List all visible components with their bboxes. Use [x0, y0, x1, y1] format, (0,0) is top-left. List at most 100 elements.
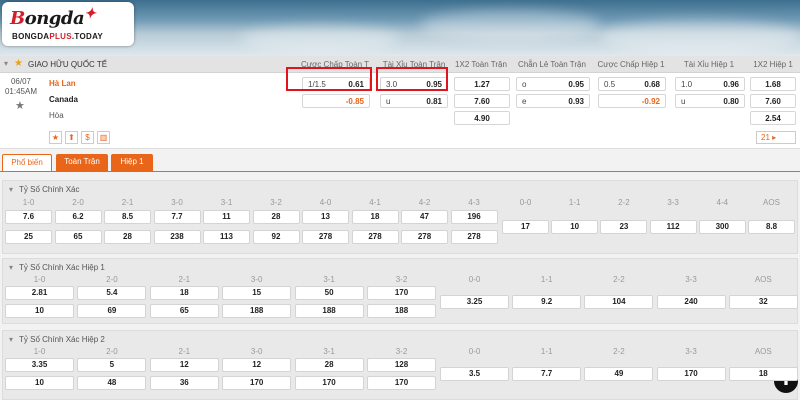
- score-odds-box[interactable]: 18: [351, 210, 399, 224]
- score-odds-box[interactable]: 188: [222, 304, 292, 318]
- tab-full-match[interactable]: Toàn Trận: [56, 154, 108, 171]
- score-odds-box[interactable]: 170: [222, 376, 292, 390]
- odds-cell-oe-ft-odd[interactable]: o 0.95: [516, 77, 590, 91]
- star-icon[interactable]: ★: [49, 131, 62, 144]
- tab-first-half[interactable]: Hiệp 1: [111, 154, 153, 171]
- section-title[interactable]: ▾ Tỷ Số Chính Xác Hiệp 1: [9, 263, 105, 272]
- score-odds-box[interactable]: 17: [502, 220, 549, 234]
- score-odds-box[interactable]: 8.5: [104, 210, 151, 224]
- section-title[interactable]: ▾ Tỷ Số Chính Xác Hiệp 2: [9, 335, 105, 344]
- score-odds-box[interactable]: 48: [77, 376, 147, 390]
- score-odds-box[interactable]: 3.35: [5, 358, 74, 372]
- score-odds-box[interactable]: 128: [367, 358, 436, 372]
- score-odds-box[interactable]: 28: [294, 358, 364, 372]
- away-team: Canada: [49, 95, 78, 104]
- share-icon[interactable]: ⬆: [65, 131, 78, 144]
- odds-cell-1x2-ft-draw[interactable]: 4.90: [454, 111, 510, 125]
- tab-popular[interactable]: Phổ biến: [2, 154, 52, 171]
- section-title[interactable]: ▾ Tỷ Số Chính Xác: [9, 185, 80, 194]
- score-odds-box[interactable]: 3.5: [440, 367, 509, 381]
- score-odds-box[interactable]: 7.7: [512, 367, 582, 381]
- odds-cell-ou-h1-under[interactable]: u 0.80: [675, 94, 745, 108]
- score-odds-box[interactable]: 8.8: [748, 220, 795, 234]
- score-label: 3-0: [250, 347, 263, 356]
- score-label: 2-0: [106, 347, 118, 356]
- score-odds-box[interactable]: 7.6: [5, 210, 52, 224]
- odds-cell-1x2-h1-away[interactable]: 7.60: [750, 94, 796, 108]
- header-banner: Bongda✦ BONGDAPLUS.TODAY: [0, 0, 800, 56]
- score-odds-box[interactable]: 18: [728, 367, 798, 381]
- col-header-oe-ft: Chẵn Lẻ Toàn Trận: [518, 60, 586, 69]
- score-odds-box[interactable]: 5.4: [77, 286, 147, 300]
- score-odds-box[interactable]: 13: [302, 210, 349, 224]
- score-odds-box[interactable]: 49: [584, 367, 654, 381]
- score-odds-box[interactable]: 104: [584, 295, 654, 309]
- odds-cell-oe-ft-even[interactable]: e 0.93: [516, 94, 590, 108]
- score-odds-box[interactable]: 278: [351, 230, 399, 244]
- score-odds-box[interactable]: 10: [5, 304, 74, 318]
- odds-cell-1x2-h1-home[interactable]: 1.68: [750, 77, 796, 91]
- dollar-icon[interactable]: $: [81, 131, 94, 144]
- more-markets-button[interactable]: 21 ▸: [756, 131, 796, 144]
- chevron-down-icon[interactable]: ▾: [4, 59, 8, 68]
- score-odds-box[interactable]: 300: [698, 220, 746, 234]
- star-icon[interactable]: ★: [14, 58, 23, 69]
- score-odds-box[interactable]: 278: [302, 230, 349, 244]
- score-odds-box[interactable]: 12: [222, 358, 292, 372]
- score-odds-box[interactable]: 240: [656, 295, 726, 309]
- score-odds-box[interactable]: 28: [252, 210, 300, 224]
- odds-cell-hdp-ft-away[interactable]: -0.85: [302, 94, 370, 108]
- odds-cell-hdp-h1-home[interactable]: 0.5 0.68: [598, 77, 666, 91]
- score-label: 1-1: [568, 198, 581, 207]
- odds-cell-ou-h1-over[interactable]: 1.0 0.96: [675, 77, 745, 91]
- score-odds-box[interactable]: 7.7: [153, 210, 201, 224]
- score-odds-box[interactable]: 238: [153, 230, 201, 244]
- score-odds-box[interactable]: 12: [149, 358, 219, 372]
- score-odds-box[interactable]: 69: [77, 304, 147, 318]
- score-odds-box[interactable]: 92: [252, 230, 300, 244]
- score-odds-box[interactable]: 50: [294, 286, 364, 300]
- score-odds-box[interactable]: 278: [401, 230, 448, 244]
- odds-cell-1x2-ft-home[interactable]: 1.27: [454, 77, 510, 91]
- score-odds-box[interactable]: 25: [5, 230, 52, 244]
- score-odds-box[interactable]: 170: [367, 286, 436, 300]
- score-odds-box[interactable]: 112: [649, 220, 697, 234]
- odds-cell-1x2-h1-draw[interactable]: 2.54: [750, 111, 796, 125]
- score-odds-box[interactable]: 23: [600, 220, 648, 234]
- score-odds-box[interactable]: 10: [5, 376, 74, 390]
- stats-icon[interactable]: ▥: [97, 131, 110, 144]
- score-odds-box[interactable]: 11: [203, 210, 250, 224]
- col-header-1x2-h1: 1X2 Hiệp 1: [753, 60, 793, 69]
- score-odds-box[interactable]: 10: [551, 220, 599, 234]
- score-odds-box[interactable]: 32: [728, 295, 798, 309]
- score-odds-box[interactable]: 65: [54, 230, 102, 244]
- score-odds-box[interactable]: 65: [149, 304, 219, 318]
- score-odds-box[interactable]: 3.25: [440, 295, 509, 309]
- score-odds-box[interactable]: 278: [450, 230, 498, 244]
- score-odds-box[interactable]: 170: [656, 367, 726, 381]
- score-odds-box[interactable]: 196: [450, 210, 498, 224]
- odds-cell-1x2-ft-away[interactable]: 7.60: [454, 94, 510, 108]
- score-odds-box[interactable]: 28: [104, 230, 151, 244]
- score-odds-box[interactable]: 188: [294, 304, 364, 318]
- score-odds-box[interactable]: 9.2: [512, 295, 582, 309]
- col-header-handicap-h1: Cược Chấp Hiệp 1: [597, 60, 665, 69]
- score-odds-box[interactable]: 18: [149, 286, 219, 300]
- score-odds-box[interactable]: 2.81: [5, 286, 74, 300]
- score-label: 2-0: [106, 275, 118, 284]
- score-odds-box[interactable]: 36: [149, 376, 219, 390]
- score-odds-box[interactable]: 6.2: [54, 210, 102, 224]
- odds-cell-ou-ft-under[interactable]: u 0.81: [380, 94, 448, 108]
- score-odds-box[interactable]: 170: [367, 376, 436, 390]
- score-label: 3-2: [270, 198, 282, 207]
- site-logo[interactable]: Bongda✦ BONGDAPLUS.TODAY: [2, 2, 134, 46]
- odds-cell-hdp-h1-away[interactable]: -0.92: [598, 94, 666, 108]
- score-odds-box[interactable]: 5: [77, 358, 147, 372]
- score-odds-box[interactable]: 188: [367, 304, 436, 318]
- favorite-star-icon[interactable]: ★: [15, 99, 25, 112]
- score-odds-box[interactable]: 113: [203, 230, 250, 244]
- score-odds-box[interactable]: 170: [294, 376, 364, 390]
- score-odds-box[interactable]: 47: [401, 210, 448, 224]
- score-label: 0-0: [468, 275, 481, 284]
- score-odds-box[interactable]: 15: [222, 286, 292, 300]
